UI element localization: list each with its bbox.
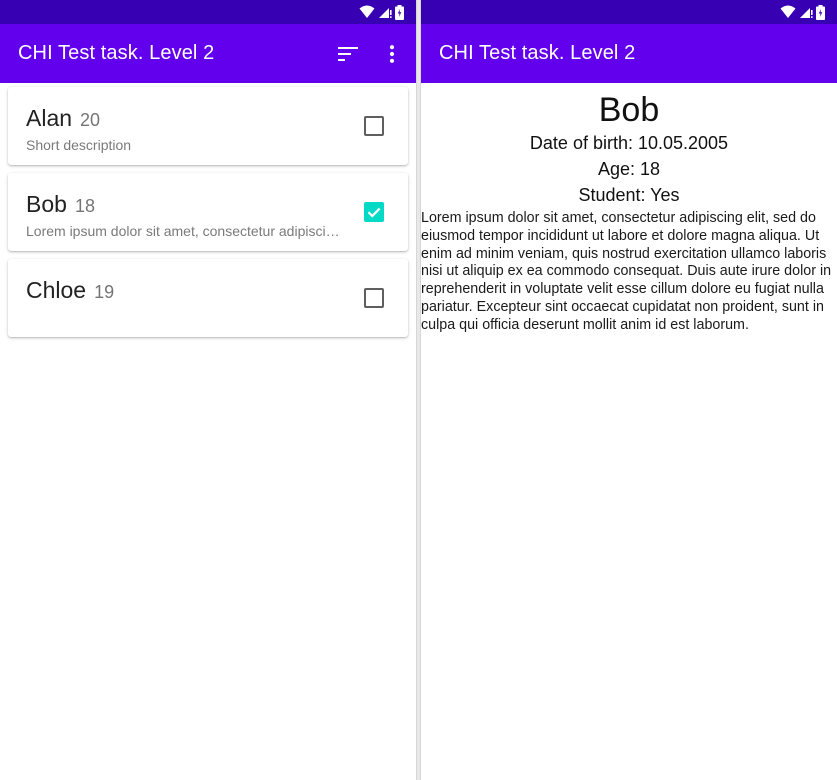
student-description: Lorem ipsum dolor sit amet, consectetur …: [26, 223, 346, 239]
app-bar: CHI Test task. Level 2: [0, 24, 416, 83]
student-name: Alan: [26, 105, 73, 131]
signal-icon: [800, 8, 813, 18]
sort-button[interactable]: [336, 42, 360, 66]
student-checkbox[interactable]: [364, 116, 384, 136]
student-list: Alan 20 Short description Bob 18 Lorem i…: [0, 83, 416, 337]
detail-name: Bob: [598, 91, 660, 129]
detail-date-of-birth: Date of birth: 10.05.2005: [529, 133, 729, 153]
student-checkbox[interactable]: [364, 288, 384, 308]
student-age: 19: [94, 282, 115, 302]
detail-age: Age: 18: [597, 159, 661, 179]
status-bar: [0, 0, 416, 24]
app-bar: CHI Test task. Level 2: [421, 24, 837, 83]
student-age: 18: [74, 196, 95, 216]
app-title: CHI Test task. Level 2: [439, 42, 636, 64]
student-card-bob[interactable]: Bob 18 Lorem ipsum dolor sit amet, conse…: [8, 173, 408, 251]
student-description: Short description: [26, 137, 132, 153]
student-name: Chloe: [26, 277, 87, 303]
status-bar: [421, 0, 837, 24]
student-card-chloe[interactable]: Chloe 19: [8, 259, 408, 337]
detail-screen: CHI Test task. Level 2 Bob Date of birth…: [420, 0, 837, 780]
wifi-icon: [780, 5, 796, 18]
battery-icon: [816, 4, 825, 20]
app-title: CHI Test task. Level 2: [18, 42, 215, 64]
more-vert-icon: [389, 44, 395, 63]
sort-icon: [338, 46, 358, 61]
student-detail: Bob Date of birth: 10.05.2005 Age: 18 St…: [421, 90, 837, 335]
student-age: 20: [80, 110, 101, 130]
list-screen: CHI Test task. Level 2 Alan 20 Short des…: [0, 0, 417, 780]
detail-description: Lorem ipsum dolor sit amet, consectetur …: [421, 210, 832, 333]
battery-icon: [395, 4, 404, 20]
wifi-icon: [359, 5, 375, 18]
more-options-button[interactable]: [380, 42, 404, 66]
student-name: Bob: [26, 191, 67, 217]
check-icon: [367, 207, 381, 218]
student-card-alan[interactable]: Alan 20 Short description: [8, 87, 408, 165]
signal-icon: [379, 8, 392, 18]
student-checkbox[interactable]: [364, 202, 384, 222]
detail-student-status: Student: Yes: [578, 185, 680, 205]
